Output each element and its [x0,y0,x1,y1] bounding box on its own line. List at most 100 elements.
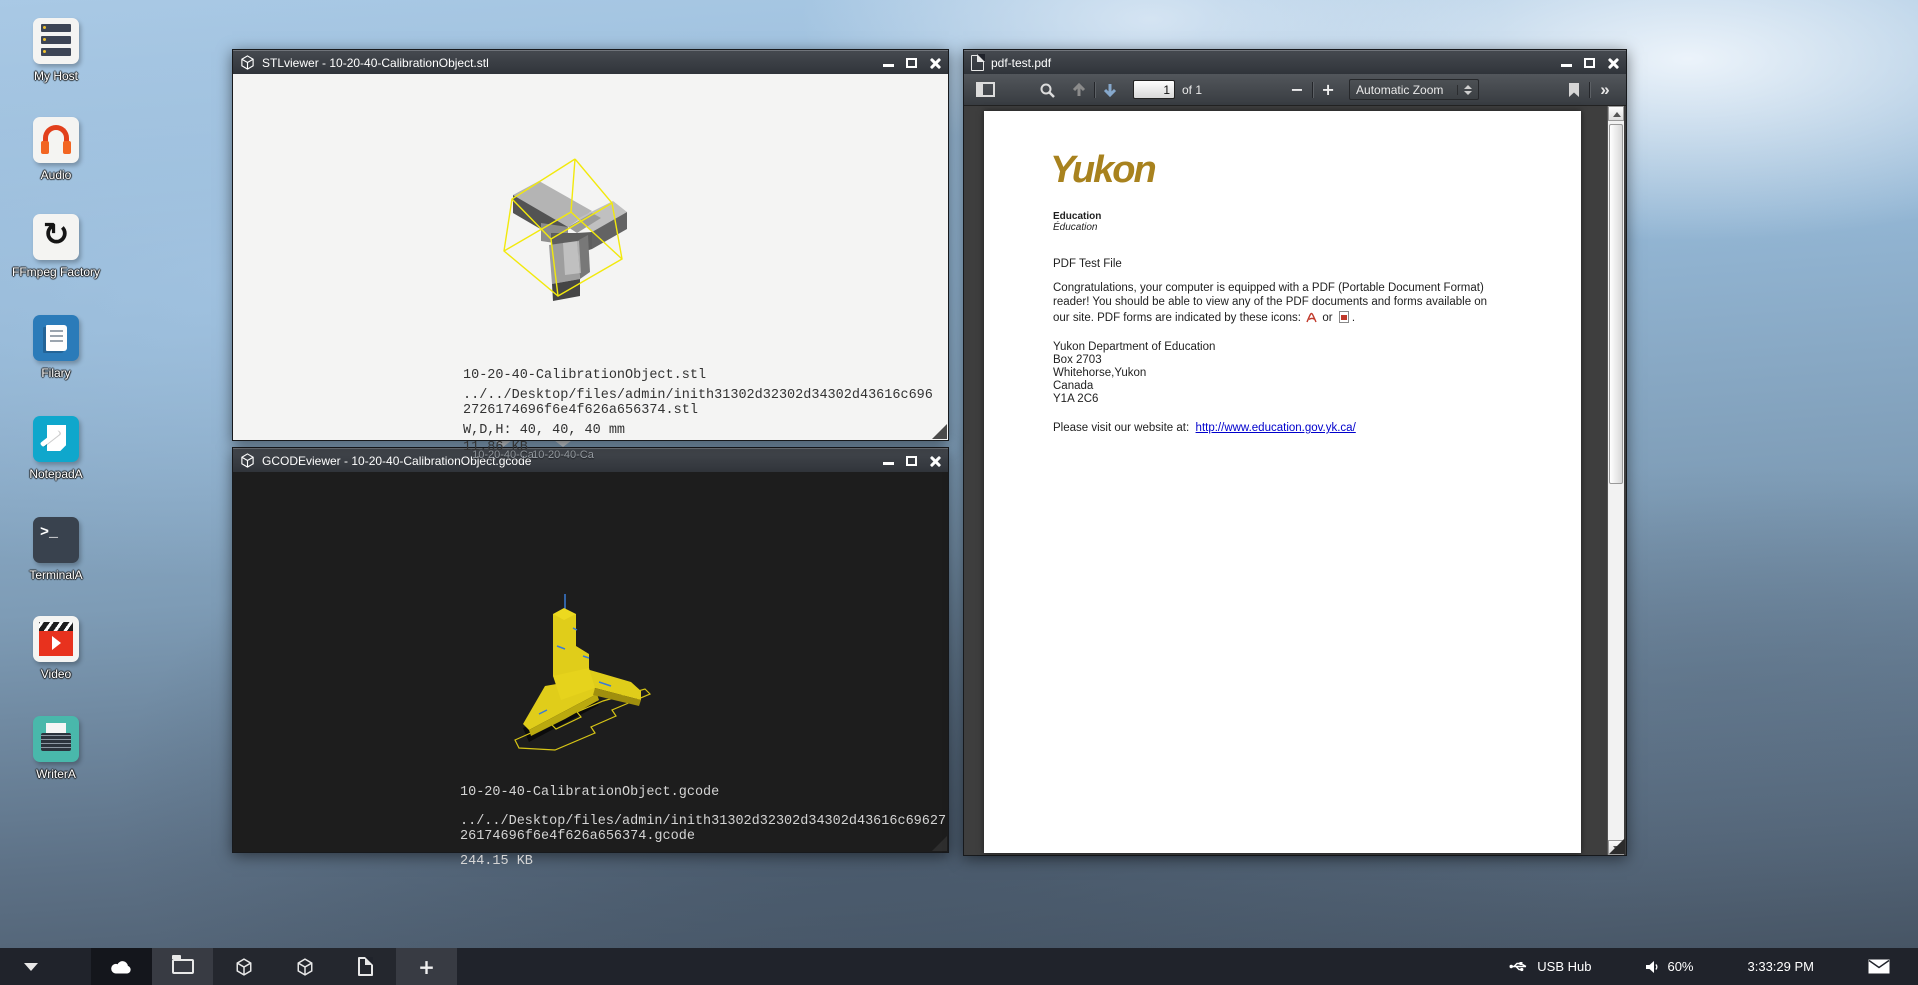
pdf-toolbar: of 1 − + Automatic Zoom » [964,74,1626,106]
taskbar-stlviewer-button[interactable] [213,948,274,985]
desktop-icon-audio[interactable]: Audio [8,117,104,182]
page-down-button[interactable] [1099,78,1121,102]
taskbar-pdfviewer-button[interactable] [335,948,396,985]
desktop-icon-filary[interactable]: Filary [8,315,104,380]
recycle-arrows-icon: ↻ [33,214,79,260]
desktop-icon-notepada[interactable]: NotepadA [8,416,104,481]
gcode-render-area[interactable]: 10-20-40-CalibrationObject.gcode ../../D… [233,472,948,852]
window-title: pdf-test.pdf [991,56,1051,70]
envelope-icon [1868,959,1890,974]
website-label: Please visit our website at: [1053,422,1189,434]
doc-website-line: Please visit our website at: http://www.… [1053,421,1356,435]
pdf-window-titlebar[interactable]: pdf-test.pdf [964,50,1626,74]
note-pencil-icon [33,416,79,462]
desktop-icon-ffmpeg-factory[interactable]: ↻ FFmpeg Factory [8,214,104,279]
icon-label: Audio [8,168,104,182]
icon-label: Filary [8,366,104,380]
maximize-button[interactable] [906,58,917,68]
paragraph-line: reader! You should be able to view any o… [1053,295,1503,309]
mail-status[interactable] [1868,959,1890,974]
stl-filename: 10-20-40-CalibrationObject.stl [463,368,706,383]
icon-label: 10-20-40-Ca [528,449,598,461]
clock-status[interactable]: 3:33:29 PM [1748,959,1815,974]
logo-education-en: Education [1053,211,1101,222]
sidebar-toggle-button[interactable] [974,78,996,102]
address-line: Box 2703 [1053,354,1215,367]
resize-grip[interactable] [932,424,947,439]
terminal-icon: >_ [33,517,79,563]
bookmark-button[interactable] [1563,78,1585,102]
cloud-icon [109,958,135,975]
pdf-content-area[interactable]: Yukon Education Éducation PDF Test File … [964,106,1626,855]
minimize-button[interactable] [883,462,894,465]
stl-window-titlebar[interactable]: STLviewer - 10-20-40-CalibrationObject.s… [233,50,948,74]
stl-3d-object [489,121,711,311]
doc-paragraph: Congratulations, your computer is equipp… [1053,281,1503,325]
stl-dimensions: W,D,H: 40, 40, 40 mm [463,423,625,438]
taskbar-new-button[interactable]: + [396,948,457,985]
arrow-up-icon [1071,82,1087,98]
paragraph-line: Congratulations, your computer is equipp… [1053,281,1503,295]
desktop-icon-writera[interactable]: WriterA [8,716,104,781]
yukon-logo: Yukon [1050,149,1155,192]
zoom-out-button[interactable]: − [1286,78,1308,102]
gcode-3d-object [499,588,731,770]
gcode-viewer-window: GCODEviewer - 10-20-40-CalibrationObject… [232,447,949,853]
logo-education-fr: Éducation [1053,222,1097,233]
desktop-icon-video[interactable]: Video [8,616,104,681]
resize-grip[interactable] [1609,838,1625,854]
page-up-button[interactable] [1068,78,1090,102]
zoom-level-value: Automatic Zoom [1356,83,1443,97]
pdf-viewer-window: pdf-test.pdf [963,49,1627,856]
minus-icon: − [1290,80,1303,99]
minimize-button[interactable] [1561,64,1572,67]
icon-label: FFmpeg Factory [8,265,104,279]
vertical-scrollbar[interactable] [1607,106,1624,855]
usb-status[interactable]: USB Hub [1509,959,1591,974]
taskbar-gcodeviewer-button[interactable] [274,948,335,985]
address-line: Y1A 2C6 [1053,393,1215,406]
cube-icon [235,958,253,976]
close-button[interactable] [929,455,941,467]
desktop-icon-my-host[interactable]: My Host [8,18,104,83]
paragraph-line: our site. PDF forms are indicated by the… [1053,309,1503,325]
usb-icon [1509,960,1529,973]
stl-render-area[interactable]: 10-20-40-CalibrationObject.stl ../../Des… [233,74,948,440]
taskbar-collapse-button[interactable] [0,948,61,985]
zoom-in-button[interactable]: + [1317,78,1339,102]
icon-label: TerminalA [8,568,104,582]
address-line: Canada [1053,380,1215,393]
taskbar-cloud-button[interactable] [91,948,152,985]
clapperboard-icon [33,616,79,662]
website-link[interactable]: http://www.education.gov.yk.ca/ [1196,422,1356,434]
close-button[interactable] [929,57,941,69]
plus-icon: + [1321,80,1334,99]
icon-label: WriterA [8,767,104,781]
volume-status[interactable]: 60% [1645,959,1693,974]
pdf-page: Yukon Education Éducation PDF Test File … [984,111,1581,853]
arrow-down-icon [1102,82,1118,98]
icon-label: My Host [8,69,104,83]
pdf-document-icon [971,55,984,71]
minimize-button[interactable] [883,64,894,67]
resize-grip[interactable] [932,836,947,851]
maximize-button[interactable] [906,456,917,466]
page-number-input[interactable] [1133,80,1175,99]
cube-icon [296,958,314,976]
taskbar-files-button[interactable] [152,948,213,985]
folder-icon [172,959,194,974]
acrobat-icon [1306,312,1317,323]
address-line: Yukon Department of Education [1053,341,1215,354]
scrollbar-thumb[interactable] [1609,124,1623,484]
usb-label: USB Hub [1537,959,1591,974]
zoom-level-select[interactable]: Automatic Zoom [1349,79,1479,100]
taskbar-status-area: USB Hub 60% 3:33:29 PM [1509,948,1918,985]
icon-label: Video [8,667,104,681]
scroll-up-button[interactable] [1608,106,1624,121]
address-line: Whitehorse,Yukon [1053,367,1215,380]
maximize-button[interactable] [1584,58,1595,68]
search-button[interactable] [1036,78,1058,102]
desktop-icon-terminala[interactable]: >_ TerminalA [8,517,104,582]
more-tools-button[interactable]: » [1594,78,1616,102]
close-button[interactable] [1607,57,1619,69]
